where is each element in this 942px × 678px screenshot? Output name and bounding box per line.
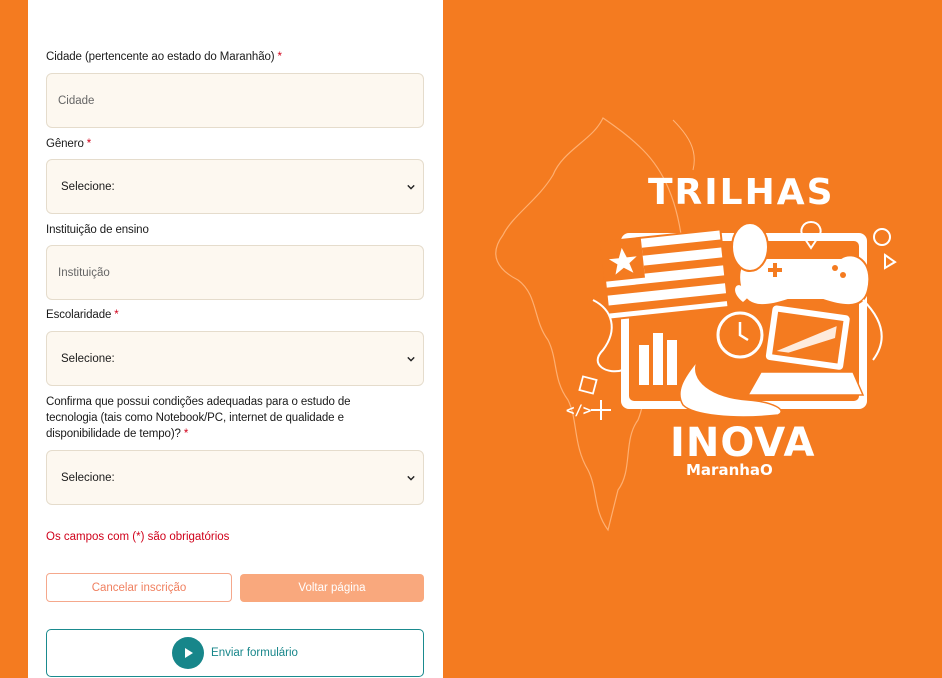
city-field[interactable] — [46, 73, 424, 128]
gender-select-value: Selecione: — [61, 180, 115, 193]
education-select[interactable]: Selecione: — [46, 331, 424, 386]
submit-form-label: Enviar formulário — [211, 647, 298, 659]
left-orange-strip — [0, 0, 28, 678]
institution-input[interactable] — [47, 246, 423, 299]
required-marker: * — [277, 51, 283, 63]
required-marker: * — [183, 428, 189, 440]
chevron-down-icon — [407, 356, 415, 362]
institution-field[interactable] — [46, 245, 424, 300]
chevron-down-icon — [407, 475, 415, 481]
required-fields-note: Os campos com (*) são obrigatórios — [46, 531, 230, 543]
form-panel: Cidade (pertencente ao estado do Maranhã… — [28, 0, 443, 678]
institution-label: Instituição de ensino — [46, 224, 149, 236]
play-icon — [172, 637, 205, 669]
conditions-select-value: Selecione: — [61, 471, 115, 484]
required-marker: * — [86, 138, 92, 150]
branding-panel: TRILHAS </> INOVA MaranhaO — [443, 0, 942, 678]
gender-select[interactable]: Selecione: — [46, 159, 424, 214]
chevron-down-icon — [407, 184, 415, 190]
svg-text:</>: </> — [566, 403, 591, 419]
inova-logo: INOVA — [670, 420, 816, 466]
conditions-select[interactable]: Selecione: — [46, 450, 424, 505]
education-select-value: Selecione: — [61, 352, 115, 365]
conditions-label: Confirma que possui condições adequadas … — [46, 396, 351, 440]
submit-form-button[interactable]: Enviar formulário — [46, 629, 424, 677]
inova-logo-subtitle: MaranhaO — [686, 461, 773, 479]
back-page-button[interactable]: Voltar página — [240, 574, 424, 602]
tech-icons-illustration: </> — [566, 220, 897, 420]
gender-label: Gênero * — [46, 138, 92, 150]
city-label: Cidade (pertencente ao estado do Maranhã… — [46, 51, 283, 63]
city-input[interactable] — [47, 74, 423, 127]
cancel-registration-button[interactable]: Cancelar inscrição — [46, 573, 232, 602]
required-marker: * — [114, 309, 119, 321]
education-label: Escolaridade * — [46, 309, 119, 321]
